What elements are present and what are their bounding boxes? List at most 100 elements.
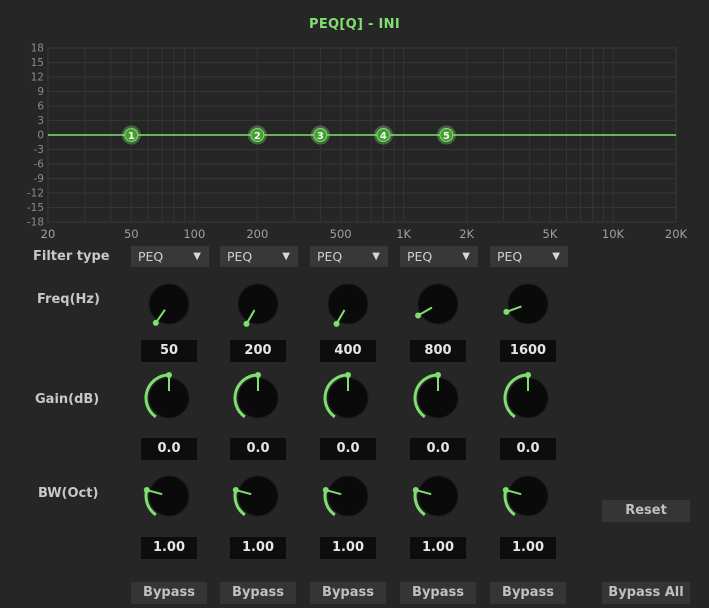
x-tick-label: 20 [41, 227, 56, 241]
gain-value-2[interactable]: 0.0 [230, 438, 286, 460]
freq-knob-2[interactable] [230, 276, 286, 332]
x-tick-label: 10K [602, 227, 625, 241]
band-node-label: 5 [443, 131, 450, 142]
y-tick-label: 9 [37, 86, 44, 98]
filter-type-label: Filter type [33, 249, 110, 264]
freq-knob-4[interactable] [410, 276, 466, 332]
y-tick-label: -9 [34, 173, 44, 185]
filter-type-value: PEQ [317, 249, 343, 264]
knob-body [507, 475, 549, 517]
bw-knob-3[interactable] [320, 468, 376, 524]
y-tick-label: 12 [31, 72, 44, 84]
freq-value-3[interactable]: 400 [320, 340, 376, 362]
bypass-button-1[interactable]: Bypass [131, 582, 207, 604]
knob-pointer-dot [412, 487, 419, 494]
filter-type-value: PEQ [407, 249, 433, 264]
y-tick-label: -15 [27, 202, 44, 214]
knob-pointer-dot [243, 320, 250, 327]
knob-pointer-dot [255, 372, 261, 378]
knob-pointer-dot [503, 308, 510, 315]
bw-value-2[interactable]: 1.00 [230, 537, 286, 559]
reset-button[interactable]: Reset [602, 500, 690, 522]
dropdown-arrow-icon: ▼ [193, 251, 201, 262]
knob-body [237, 475, 279, 517]
filter-type-select-1[interactable]: PEQ ▼ [131, 246, 209, 267]
knob-body [327, 475, 369, 517]
band-node-label: 2 [254, 131, 261, 142]
knob-body [417, 283, 459, 325]
knob-body [507, 283, 549, 325]
freq-value-1[interactable]: 50 [141, 340, 197, 362]
freq-knob-3[interactable] [320, 276, 376, 332]
gain-knob-1[interactable] [141, 370, 197, 426]
gain-value-3[interactable]: 0.0 [320, 438, 376, 460]
bypass-all-button[interactable]: Bypass All [602, 582, 690, 604]
knob-pointer-dot [525, 372, 531, 378]
x-tick-label: 1K [396, 227, 411, 241]
filter-type-value: PEQ [138, 249, 164, 264]
x-tick-label: 2K [459, 227, 474, 241]
band-node-label: 3 [317, 131, 324, 142]
gain-value-1[interactable]: 0.0 [141, 438, 197, 460]
gain-value-4[interactable]: 0.0 [410, 438, 466, 460]
y-tick-label: 15 [31, 57, 44, 69]
freq-knob-5[interactable] [500, 276, 556, 332]
knob-pointer-dot [345, 372, 351, 378]
filter-type-select-2[interactable]: PEQ ▼ [220, 246, 298, 267]
x-tick-label: 5K [543, 227, 558, 241]
y-tick-label: 0 [37, 130, 44, 142]
y-tick-label: -3 [34, 144, 44, 156]
bypass-button-5[interactable]: Bypass [490, 582, 566, 604]
knob-body [237, 283, 279, 325]
x-tick-label: 50 [124, 227, 139, 241]
knob-body [148, 283, 190, 325]
freq-value-2[interactable]: 200 [230, 340, 286, 362]
dropdown-arrow-icon: ▼ [282, 251, 290, 262]
dropdown-arrow-icon: ▼ [552, 251, 560, 262]
freq-knob-1[interactable] [141, 276, 197, 332]
knob-pointer-dot [166, 372, 172, 378]
x-tick-label: 200 [246, 227, 268, 241]
band-node-label: 1 [128, 131, 135, 142]
peq-panel: PEQ[Q] - INI 18 15 12 9 6 3 0 -3 -6 -9 -12 -15 -18 20… [0, 0, 709, 608]
bw-knob-4[interactable] [410, 468, 466, 524]
filter-type-select-3[interactable]: PEQ ▼ [310, 246, 388, 267]
knob-pointer-dot [143, 487, 150, 494]
dropdown-arrow-icon: ▼ [372, 251, 380, 262]
dropdown-arrow-icon: ▼ [462, 251, 470, 262]
bw-value-1[interactable]: 1.00 [141, 537, 197, 559]
bw-value-4[interactable]: 1.00 [410, 537, 466, 559]
knob-pointer-dot [322, 487, 329, 494]
gain-knob-5[interactable] [500, 370, 556, 426]
band-node-label: 4 [380, 131, 387, 142]
y-tick-label: 6 [37, 101, 44, 113]
gain-knob-2[interactable] [230, 370, 286, 426]
knob-pointer-dot [435, 372, 441, 378]
bw-knob-2[interactable] [230, 468, 286, 524]
bypass-button-2[interactable]: Bypass [220, 582, 296, 604]
freq-value-5[interactable]: 1600 [500, 340, 556, 362]
bw-value-5[interactable]: 1.00 [500, 537, 556, 559]
bw-knob-1[interactable] [141, 468, 197, 524]
y-tick-label: 18 [31, 43, 44, 55]
y-tick-label: 3 [37, 115, 44, 127]
knob-body [148, 475, 190, 517]
y-tick-label: -6 [34, 159, 45, 171]
freq-value-4[interactable]: 800 [410, 340, 466, 362]
x-tick-label: 500 [330, 227, 352, 241]
bw-label: BW(Oct) [38, 486, 99, 501]
gain-value-5[interactable]: 0.0 [500, 438, 556, 460]
bw-knob-5[interactable] [500, 468, 556, 524]
filter-type-select-5[interactable]: PEQ ▼ [490, 246, 568, 267]
bypass-button-4[interactable]: Bypass [400, 582, 476, 604]
filter-type-select-4[interactable]: PEQ ▼ [400, 246, 478, 267]
filter-type-value: PEQ [497, 249, 523, 264]
knob-pointer-dot [152, 319, 159, 326]
eq-response-graph[interactable]: 1815129630-3-6-9-12-15-1820 50 100 200 500 1K… [0, 0, 709, 250]
filter-type-value: PEQ [227, 249, 253, 264]
knob-pointer-dot [333, 320, 340, 327]
gain-knob-4[interactable] [410, 370, 466, 426]
bw-value-3[interactable]: 1.00 [320, 537, 376, 559]
bypass-button-3[interactable]: Bypass [310, 582, 386, 604]
gain-knob-3[interactable] [320, 370, 376, 426]
